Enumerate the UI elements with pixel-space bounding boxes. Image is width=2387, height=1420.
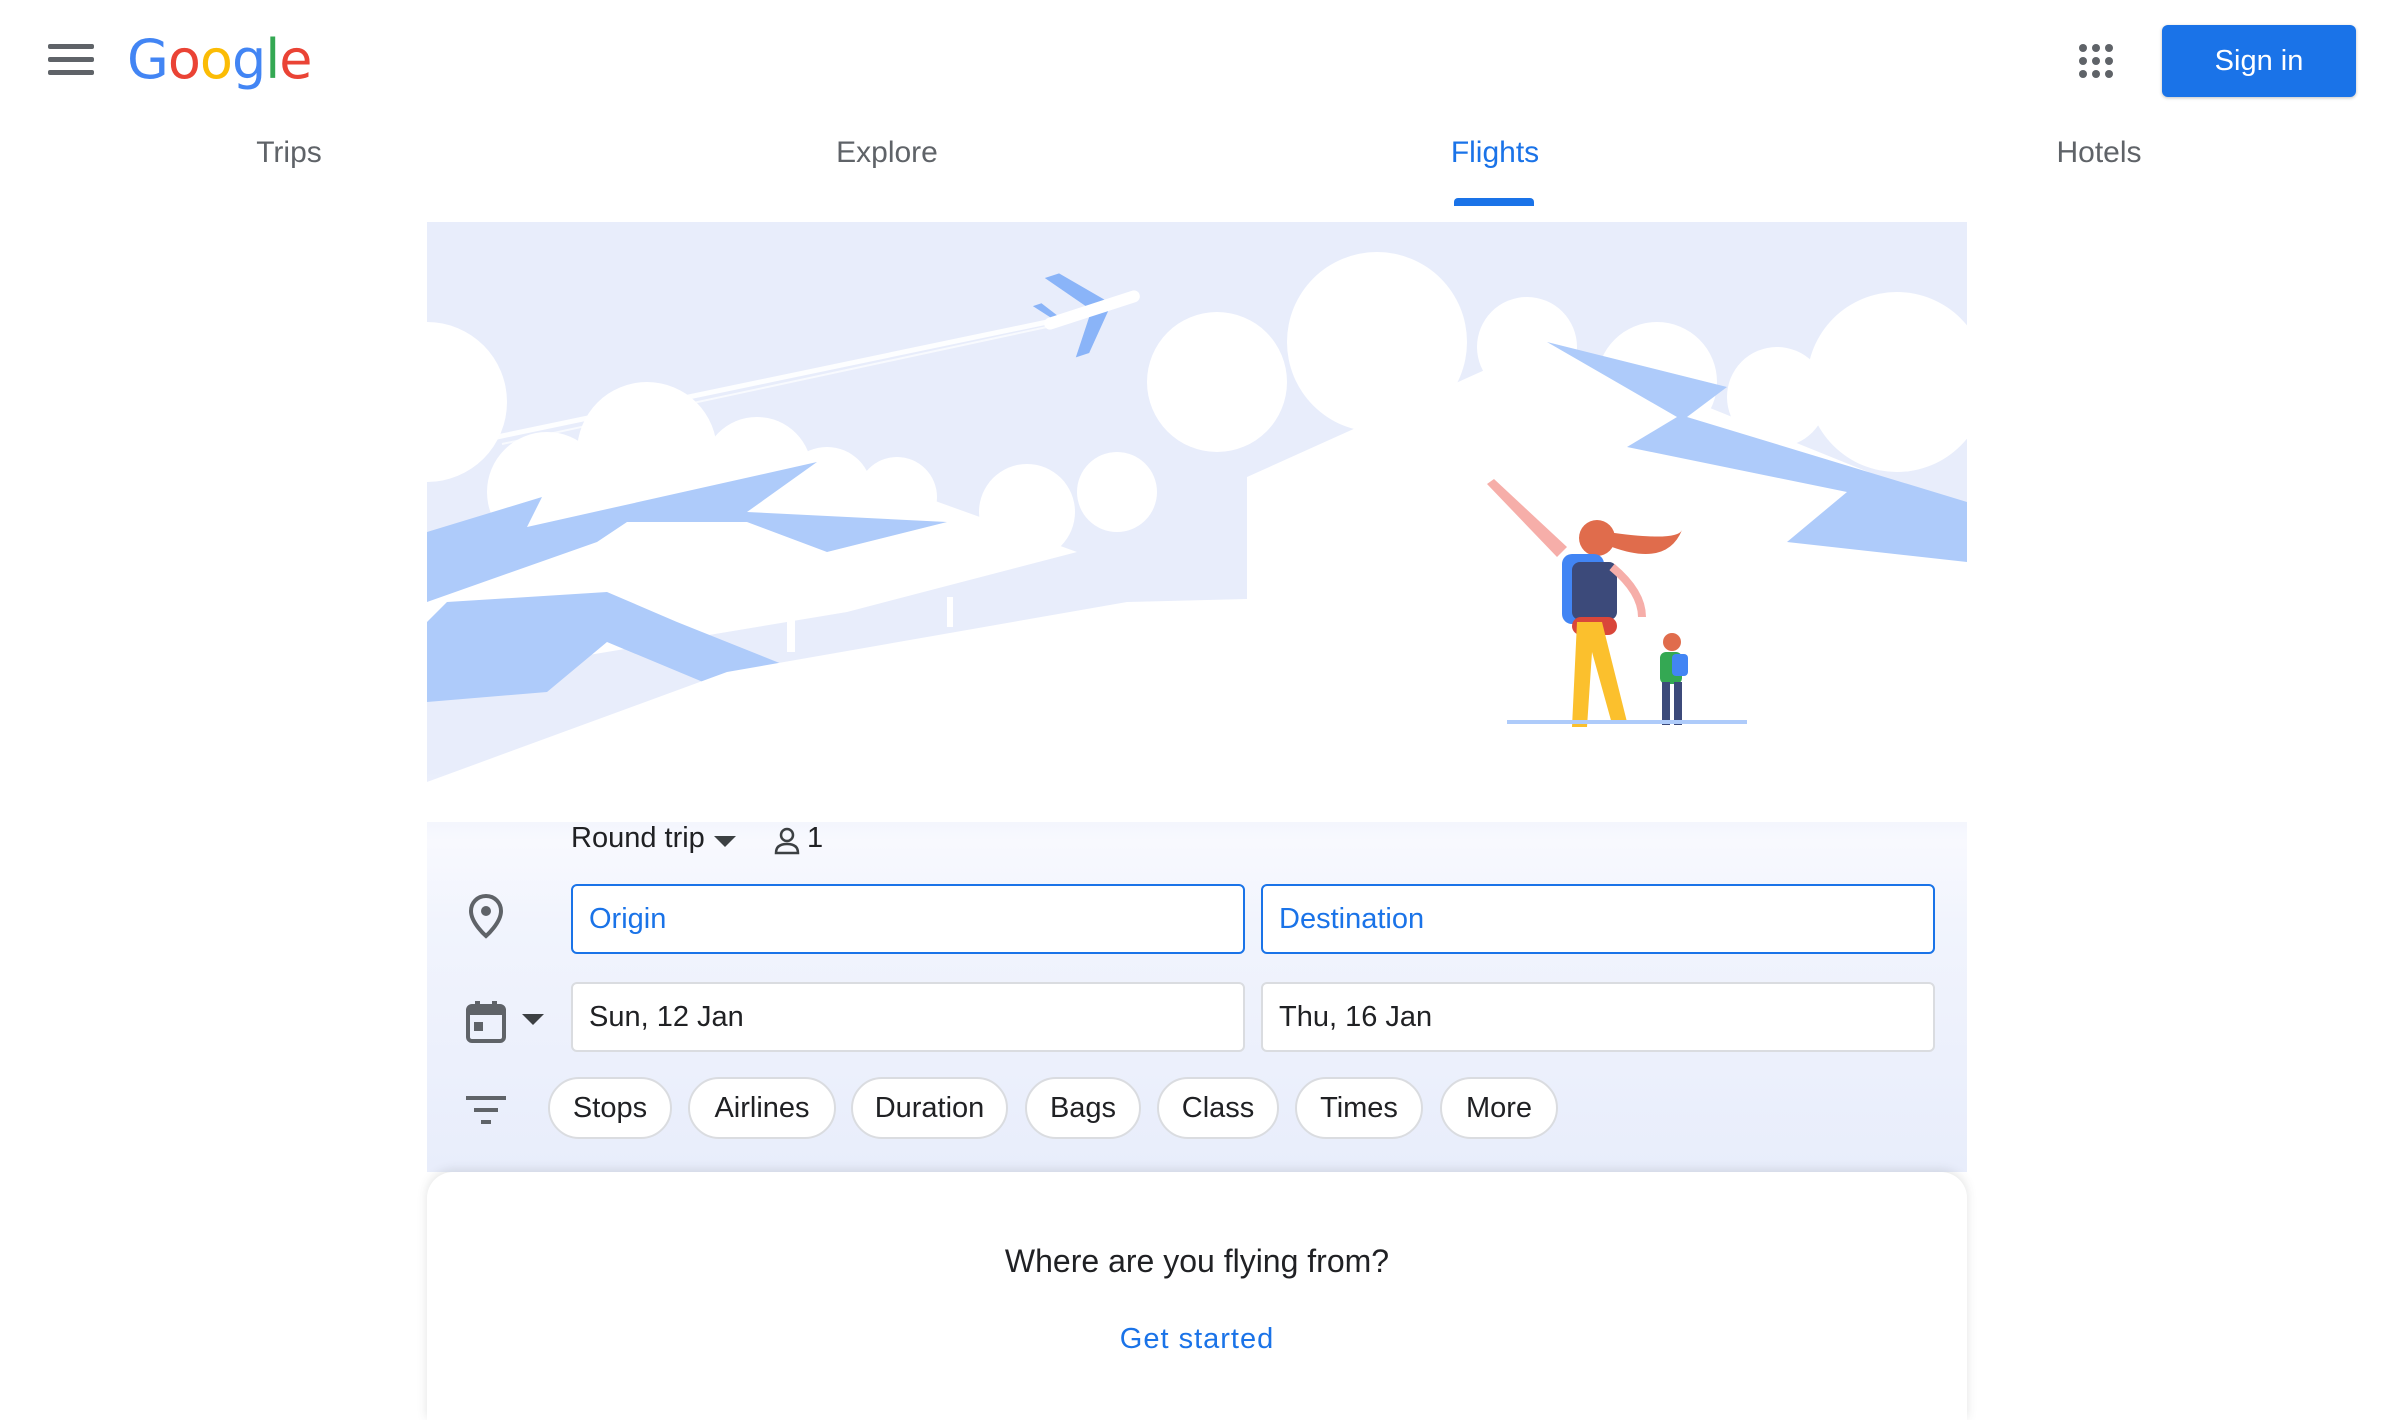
location-pin-icon bbox=[468, 893, 504, 939]
trip-type-select[interactable]: Round trip bbox=[571, 822, 705, 855]
filter-chip-duration[interactable]: Duration bbox=[851, 1077, 1008, 1139]
filter-chip-more[interactable]: More bbox=[1440, 1077, 1558, 1139]
filter-chip-class[interactable]: Class bbox=[1157, 1077, 1279, 1139]
main-menu-button[interactable] bbox=[48, 44, 94, 80]
get-started-link[interactable]: Get started bbox=[1120, 1323, 1274, 1356]
filter-icon[interactable] bbox=[466, 1096, 506, 1124]
return-date-input[interactable] bbox=[1261, 982, 1935, 1052]
tab-hotels[interactable]: Hotels bbox=[2056, 136, 2141, 170]
trip-type-chevron-down-icon[interactable] bbox=[714, 836, 736, 847]
google-apps-button[interactable] bbox=[2079, 44, 2113, 78]
filter-chip-stops[interactable]: Stops bbox=[548, 1077, 672, 1139]
flights-hero-illustration bbox=[427, 252, 1967, 822]
get-started-card bbox=[427, 1172, 1967, 1420]
filter-chip-airlines[interactable]: Airlines bbox=[688, 1077, 836, 1139]
calendar-icon[interactable] bbox=[465, 1000, 507, 1044]
passenger-count[interactable]: 1 bbox=[807, 822, 823, 855]
filter-chip-times[interactable]: Times bbox=[1295, 1077, 1423, 1139]
hamburger-menu-icon bbox=[48, 44, 94, 49]
origin-input[interactable] bbox=[571, 884, 1245, 954]
origin-prompt-question: Where are you flying from? bbox=[1004, 1243, 1390, 1279]
google-logo[interactable]: Google bbox=[127, 28, 312, 91]
date-options-chevron-down-icon[interactable] bbox=[522, 1014, 544, 1025]
passenger-person-icon[interactable] bbox=[772, 826, 802, 856]
tab-explore[interactable]: Explore bbox=[836, 136, 938, 170]
apps-grid-icon bbox=[2079, 44, 2087, 52]
active-tab-indicator bbox=[1454, 198, 1534, 206]
tab-trips[interactable]: Trips bbox=[256, 136, 322, 170]
sign-in-button[interactable]: Sign in bbox=[2162, 25, 2356, 97]
filter-chip-bags[interactable]: Bags bbox=[1025, 1077, 1141, 1139]
tab-flights[interactable]: Flights bbox=[1451, 136, 1539, 170]
departure-date-input[interactable] bbox=[571, 982, 1245, 1052]
destination-input[interactable] bbox=[1261, 884, 1935, 954]
